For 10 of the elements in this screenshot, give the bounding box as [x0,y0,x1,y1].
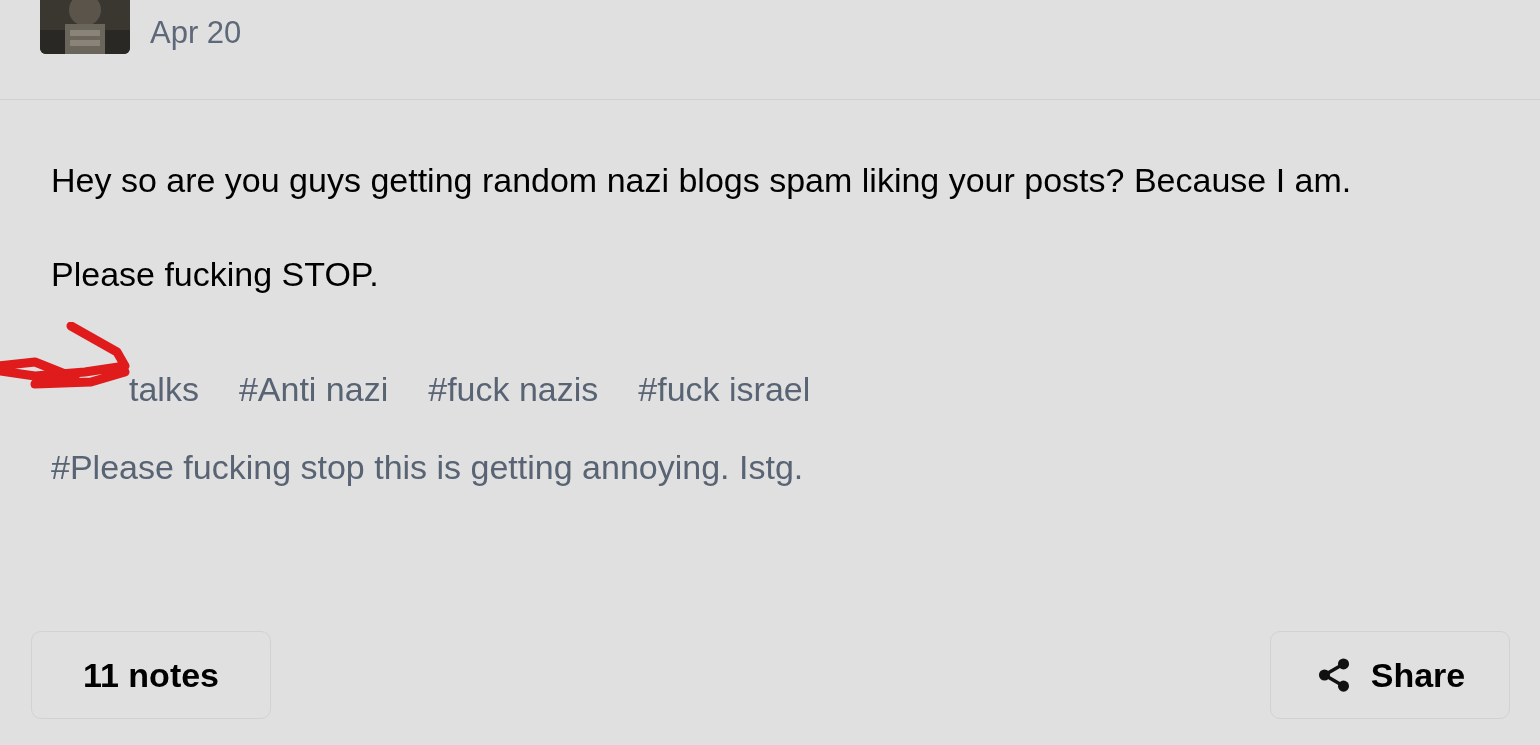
tag-link[interactable]: #Please fucking stop this is getting annoying. Istg. [51,444,804,490]
post-paragraph: Please fucking STOP. [51,254,380,295]
notes-button[interactable]: 11 notes [31,631,271,719]
share-button[interactable]: Share [1270,631,1510,719]
tag-link[interactable]: #Anti nazi [238,366,389,412]
tag-link[interactable]: talks [129,366,199,412]
tag-link[interactable]: #fuck israel [638,366,811,412]
post-paragraph: Hey so are you guys getting random nazi blogs spam liking your posts? Because I am. [51,160,1353,201]
tag-link[interactable]: #fuck nazis [428,366,599,412]
post-date: Apr 20 [150,13,242,52]
